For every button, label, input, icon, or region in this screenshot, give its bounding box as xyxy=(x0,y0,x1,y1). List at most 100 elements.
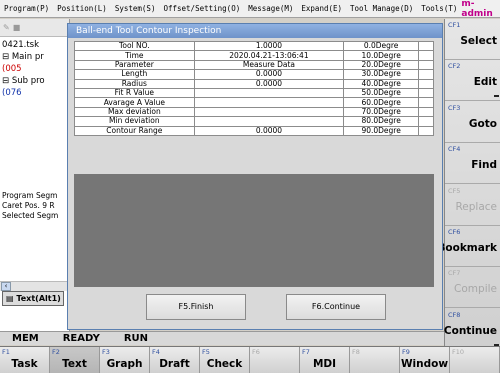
row-value: 2020.04.21-13:06:41 xyxy=(193,50,345,61)
menu-tool-manage[interactable]: Tool Manage(D) xyxy=(346,4,417,13)
tree-item[interactable]: 0421.tsk xyxy=(2,39,67,51)
continue-button[interactable]: F6.Continue xyxy=(286,294,386,320)
fkey-label: Task xyxy=(11,358,38,370)
softkey-find-button[interactable]: CF4 Find xyxy=(445,143,500,185)
bottom-softkey-bar: F1 Task F2 Text F3 Graph F4 Draft F5 Check F6 F7 MDI… xyxy=(0,346,500,373)
softkey-edit-button[interactable]: CF2 Edit xyxy=(445,60,500,102)
softkey-compile-button: CF7 Compile xyxy=(445,267,500,309)
contour-plot-area xyxy=(74,174,434,287)
fkey-check-button[interactable]: F5 Check xyxy=(200,347,250,373)
softkey-label: Select xyxy=(460,35,497,47)
text-tab[interactable]: ▤ Text(Alt1) xyxy=(2,291,64,306)
horizontal-scrollbar[interactable]: ‹ xyxy=(0,281,69,291)
row-angle: 70.0Degre xyxy=(343,106,420,118)
fkey-window-button[interactable]: F9 Window xyxy=(400,347,450,373)
scroll-left-icon[interactable]: ‹ xyxy=(1,282,11,291)
softkey-label: Replace xyxy=(455,200,497,213)
fkey-f10-empty-button: F10 xyxy=(450,347,500,373)
right-softkey-panel: CF1 Select CF2 Edit CF3 Goto CF4 Find CF5 Replace… xyxy=(437,19,500,350)
menu-system[interactable]: System(S) xyxy=(111,4,160,13)
fkey-number: F5 xyxy=(202,348,210,356)
status-bar: MEM READY RUN xyxy=(0,331,444,345)
menu-expand[interactable]: Expand(E) xyxy=(297,4,346,13)
softkey-goto-button[interactable]: CF3 Goto xyxy=(445,102,500,143)
softkey-number: CF3 xyxy=(448,103,461,112)
save-icon[interactable]: ■ xyxy=(13,23,21,32)
tree-item[interactable]: (076 xyxy=(2,87,67,99)
status-mem: MEM xyxy=(12,333,39,344)
table-row: Tool NO. 1.0000 0.0Degre xyxy=(74,40,434,52)
finish-button[interactable]: F5.Finish xyxy=(146,294,246,320)
row-label: Avarage A Value xyxy=(74,97,195,108)
menu-tools[interactable]: Tools(T) xyxy=(417,4,461,13)
program-info: Program Segm Caret Pos. 9 R Selected Segm xyxy=(2,191,58,221)
fkey-number: F1 xyxy=(2,348,10,356)
program-tree-panel: ✎ ■ 0421.tsk ⊟ Main pr (005 ⊟ Sub pro (076… xyxy=(0,19,70,331)
fkey-mdi-button[interactable]: F7 MDI xyxy=(300,347,350,373)
row-marker xyxy=(418,97,434,108)
row-angle: 20.0Degre xyxy=(343,59,420,71)
fkey-graph-button[interactable]: F3 Graph xyxy=(100,347,150,373)
row-label: Length xyxy=(74,69,195,80)
table-row: Time 2020.04.21-13:06:41 10.0Degre xyxy=(74,50,434,61)
row-angle: 0.0Degre xyxy=(343,40,420,52)
softkey-number: CF2 xyxy=(448,62,461,71)
fkey-label: Graph xyxy=(106,358,143,370)
row-label: Time xyxy=(74,50,195,61)
fkey-f8-empty-button: F8 xyxy=(350,347,400,373)
menu-message[interactable]: Message(M) xyxy=(244,4,297,13)
submenu-indicator-icon xyxy=(494,95,499,98)
menu-position[interactable]: Position(L) xyxy=(53,4,111,13)
row-marker xyxy=(418,87,434,99)
softkey-bookmark-button[interactable]: CF6 Bookmark xyxy=(437,226,500,267)
status-ready: READY xyxy=(62,333,100,344)
fkey-task-button[interactable]: F1 Task xyxy=(0,347,50,373)
row-label: Radius xyxy=(74,78,195,89)
tree-item[interactable]: ⊟ Main pr xyxy=(2,51,67,63)
row-marker xyxy=(418,116,434,127)
fkey-number: F6 xyxy=(252,348,260,356)
row-value xyxy=(193,116,345,127)
fkey-number: F4 xyxy=(152,348,160,356)
fkey-number: F9 xyxy=(402,348,410,356)
menu-offset-setting[interactable]: Offset/Setting(O) xyxy=(159,4,244,13)
fkey-f6-empty-button: F6 xyxy=(250,347,300,373)
edit-icon[interactable]: ✎ xyxy=(3,23,10,32)
softkey-number: CF5 xyxy=(448,186,461,195)
softkey-number: CF4 xyxy=(448,145,461,154)
status-run: RUN xyxy=(123,333,149,344)
tree-toolbar: ✎ ■ xyxy=(0,19,69,37)
softkey-continue-button[interactable]: CF8 Continue xyxy=(443,309,500,350)
user-name: m-admin xyxy=(461,0,493,19)
row-value: 1.0000 xyxy=(193,40,345,52)
softkey-number: CF6 xyxy=(448,228,461,236)
row-value: 0.0000 xyxy=(193,125,345,136)
inspection-table: Tool NO. 1.0000 0.0Degre Time 2020.04.21-13:… xyxy=(74,40,434,136)
tree-item[interactable]: ⊟ Sub pro xyxy=(2,75,67,87)
contour-inspection-dialog: Ball-end Tool Contour Inspection Tool NO… xyxy=(67,23,443,330)
row-angle: 40.0Degre xyxy=(343,78,420,89)
softkey-number: CF8 xyxy=(448,310,461,319)
softkey-label: Goto xyxy=(468,117,497,130)
row-label: Fit R Value xyxy=(74,87,195,99)
row-marker xyxy=(418,50,434,61)
tree-item[interactable]: (005 xyxy=(2,63,67,75)
table-row: Parameter Measure Data 20.0Degre xyxy=(74,59,434,71)
row-value: 0.0000 xyxy=(193,78,345,89)
row-label: Contour Range xyxy=(74,125,195,136)
fkey-draft-button[interactable]: F4 Draft xyxy=(150,347,200,373)
row-label: Min deviation xyxy=(74,116,195,127)
row-marker xyxy=(418,69,434,80)
softkey-select-button[interactable]: CF1 Select xyxy=(445,19,500,60)
row-marker xyxy=(418,125,434,136)
fkey-label: Text xyxy=(62,358,87,370)
row-value xyxy=(193,106,345,118)
fkey-text-button[interactable]: F2 Text xyxy=(50,347,100,373)
softkey-label: Continue xyxy=(443,324,497,337)
row-label: Parameter xyxy=(74,59,195,71)
row-marker xyxy=(418,78,434,89)
fkey-number: F10 xyxy=(452,348,465,356)
row-value: Measure Data xyxy=(193,59,345,71)
menu-program[interactable]: Program(P) xyxy=(0,4,53,13)
row-angle: 10.0Degre xyxy=(343,50,420,61)
